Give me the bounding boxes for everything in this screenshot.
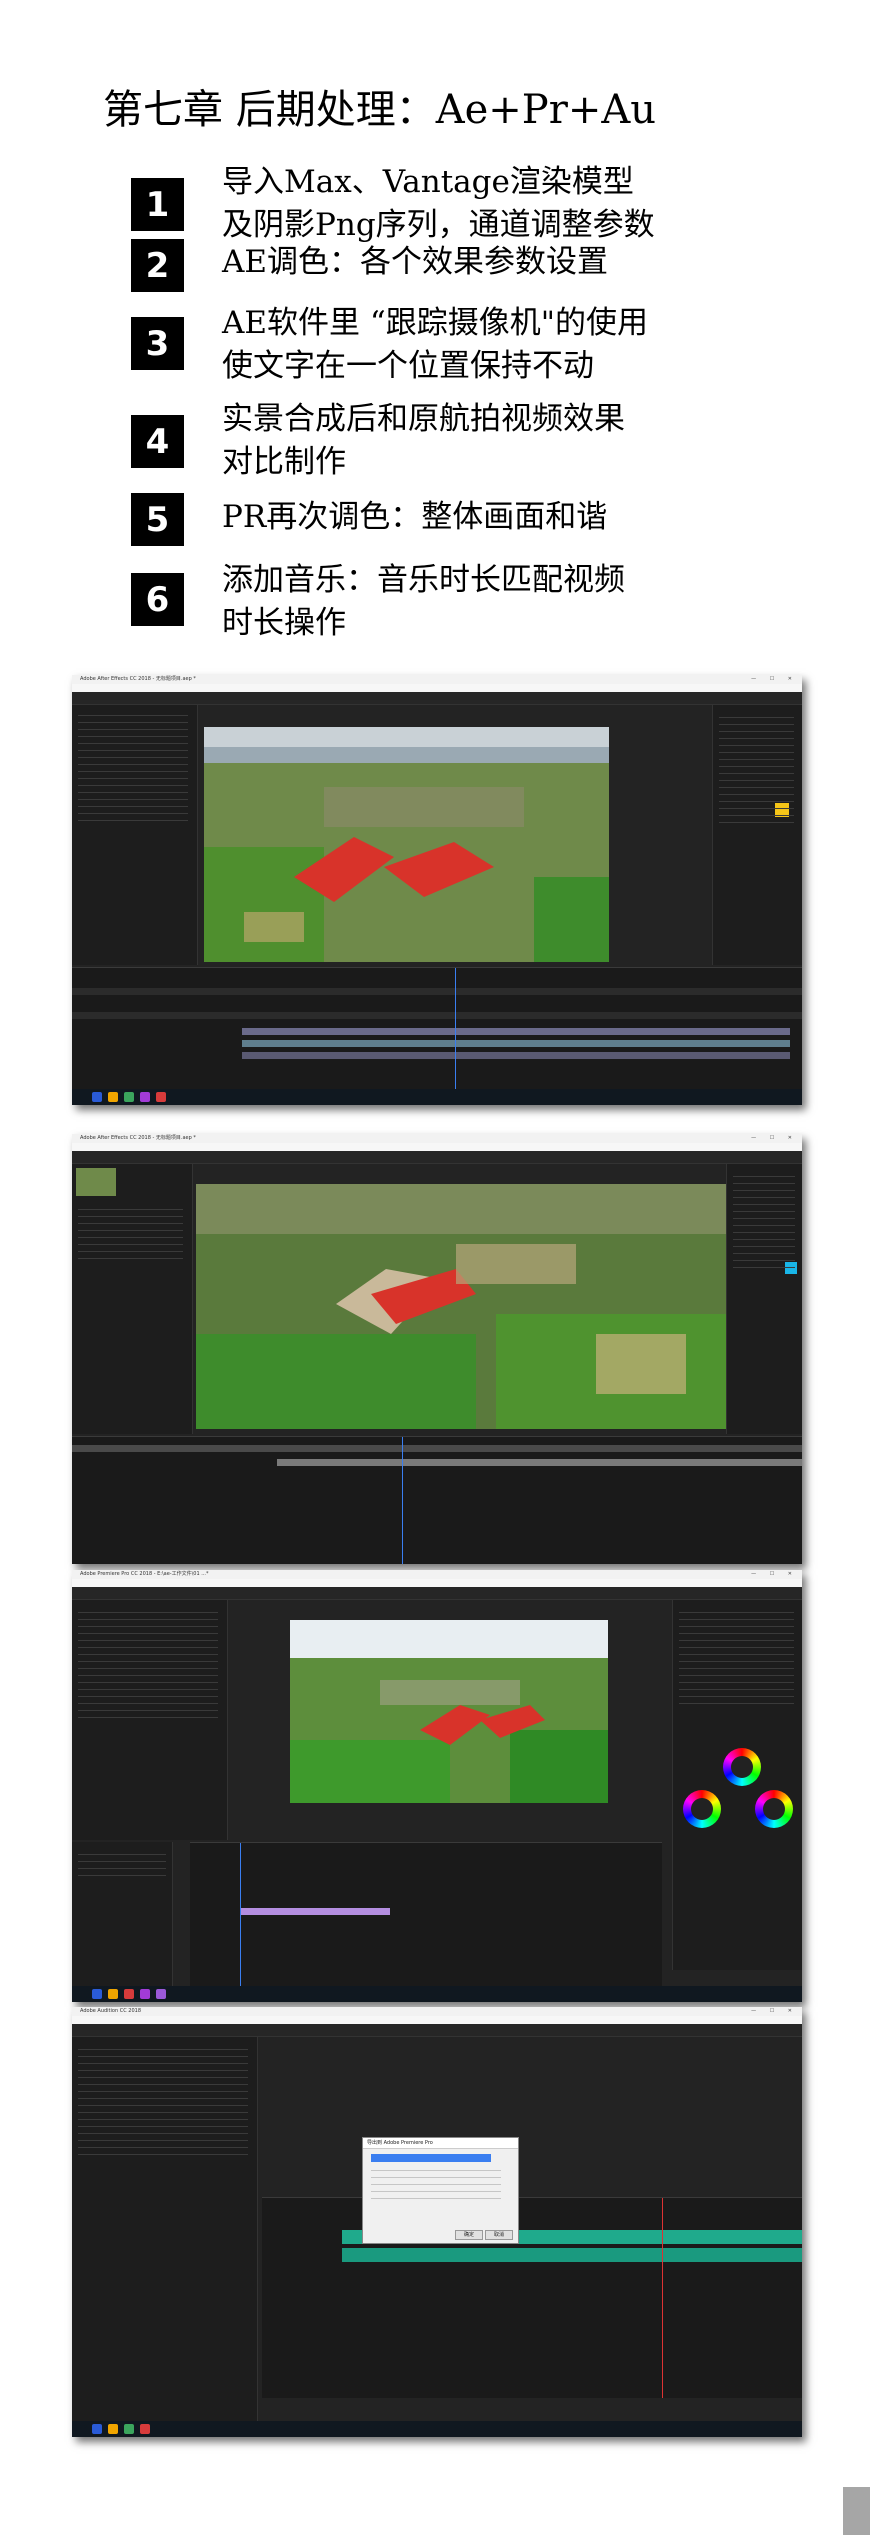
workspace-bar[interactable] — [72, 1587, 802, 1600]
lumetri-color-panel[interactable] — [672, 1600, 802, 1970]
step-number-badge: 6 — [131, 573, 184, 626]
color-wheel-midtones[interactable] — [723, 1748, 761, 1786]
window-titlebar: Adobe After Effects CC 2018 - 无标题项目.aep … — [72, 1134, 802, 1143]
step-text: AE软件里 “跟踪摄像机"的使用 使文字在一个位置保持不动 — [222, 305, 648, 384]
step-text: 添加音乐：音乐时长匹配视频 时长操作 — [222, 562, 625, 641]
aerial-composite-image — [196, 1184, 726, 1429]
screenshot-after-effects-1: Adobe After Effects CC 2018 - 无标题项目.aep … — [72, 675, 802, 1105]
timeline-panel[interactable] — [72, 967, 802, 1090]
window-controls[interactable]: — ☐ ✕ — [751, 675, 798, 684]
export-dialog[interactable]: 导出到 Adobe Premiere Pro 确定 取消 — [362, 2137, 519, 2244]
timeline-panel[interactable] — [72, 1436, 802, 1564]
multitrack-editor[interactable] — [262, 2197, 802, 2398]
tool-bar[interactable] — [72, 2024, 802, 2037]
project-bin-panel[interactable] — [72, 1842, 173, 1987]
window-title: Adobe After Effects CC 2018 - 无标题项目.aep … — [80, 1135, 196, 1141]
playhead[interactable] — [455, 968, 456, 1090]
effect-controls-panel[interactable] — [72, 705, 198, 965]
step-text: 导入Max、Vantage渲染模型 及阴影Png序列，通道调整参数 — [222, 164, 655, 243]
step-number-badge: 5 — [131, 493, 184, 546]
window-titlebar: Adobe Audition CC 2018 — ☐ ✕ — [72, 2007, 802, 2016]
window-titlebar: Adobe Premiere Pro CC 2018 - E:\ae-工作文件\… — [72, 1570, 802, 1579]
windows-taskbar — [72, 2421, 802, 2437]
window-title: Adobe Premiere Pro CC 2018 - E:\ae-工作文件\… — [80, 1571, 209, 1577]
effects-presets-panel[interactable] — [726, 1164, 802, 1434]
dialog-title: 导出到 Adobe Premiere Pro — [363, 2138, 518, 2149]
files-panel[interactable] — [72, 2037, 258, 2422]
window-controls[interactable]: — ☐ ✕ — [751, 1570, 798, 1579]
timeline-clip[interactable] — [242, 1028, 790, 1035]
menu-bar[interactable] — [72, 1143, 802, 1151]
ok-button[interactable]: 确定 — [455, 2230, 483, 2240]
step-number-badge: 4 — [131, 415, 184, 468]
tool-bar[interactable] — [72, 692, 802, 705]
windows-taskbar — [72, 1986, 802, 2002]
window-titlebar: Adobe After Effects CC 2018 - 无标题项目.aep … — [72, 675, 802, 684]
lumetri-controls-panel[interactable] — [72, 1600, 228, 1840]
step-text: PR再次调色：整体画面和谐 — [222, 499, 608, 535]
screenshot-after-effects-2: Adobe After Effects CC 2018 - 无标题项目.aep … — [72, 1134, 802, 1564]
menu-bar[interactable] — [72, 2016, 802, 2024]
window-controls[interactable]: — ☐ ✕ — [751, 2007, 798, 2016]
windows-taskbar — [72, 1089, 802, 1105]
tool-bar[interactable] — [72, 1151, 802, 1164]
composition-viewer[interactable] — [204, 727, 609, 962]
menu-bar[interactable] — [72, 1579, 802, 1587]
project-thumbnail — [76, 1168, 116, 1196]
screenshot-audition: Adobe Audition CC 2018 — ☐ ✕ 导出到 Adobe P… — [72, 2007, 802, 2437]
window-title: Adobe After Effects CC 2018 - 无标题项目.aep … — [80, 676, 196, 682]
window-title: Adobe Audition CC 2018 — [80, 2008, 142, 2014]
chapter-title: 第七章 后期处理：Ae+Pr+Au — [103, 87, 656, 133]
step-text: AE调色：各个效果参数设置 — [222, 244, 609, 280]
step-number-badge: 3 — [131, 317, 184, 370]
filename-field[interactable] — [371, 2154, 491, 2162]
aerial-graded-image — [290, 1620, 608, 1803]
screenshot-premiere-pro: Adobe Premiere Pro CC 2018 - E:\ae-工作文件\… — [72, 1570, 802, 2002]
timeline-panel[interactable] — [190, 1842, 662, 1988]
step-text: 实景合成后和原航拍视频效果 对比制作 — [222, 401, 625, 480]
window-controls[interactable]: — ☐ ✕ — [751, 1134, 798, 1143]
project-panel[interactable] — [72, 1164, 193, 1434]
aerial-render-image — [204, 727, 609, 962]
timeline-clip[interactable] — [242, 1052, 790, 1059]
menu-bar[interactable] — [72, 684, 802, 692]
composition-viewer[interactable] — [196, 1184, 726, 1429]
program-monitor[interactable] — [290, 1620, 608, 1803]
effects-presets-panel[interactable] — [712, 705, 802, 965]
page-scroll-tab[interactable] — [843, 2487, 870, 2535]
playhead[interactable] — [240, 1843, 241, 1988]
step-number-badge: 2 — [131, 239, 184, 292]
color-wheel-highlights[interactable] — [755, 1790, 793, 1828]
playhead[interactable] — [662, 2198, 663, 2398]
playhead[interactable] — [402, 1437, 403, 1564]
cancel-button[interactable]: 取消 — [485, 2230, 513, 2240]
step-number-badge: 1 — [131, 178, 184, 231]
audio-clip[interactable] — [342, 2248, 802, 2262]
color-wheel-shadows[interactable] — [683, 1790, 721, 1828]
timeline-clip[interactable] — [242, 1040, 790, 1047]
video-clip[interactable] — [240, 1908, 390, 1915]
